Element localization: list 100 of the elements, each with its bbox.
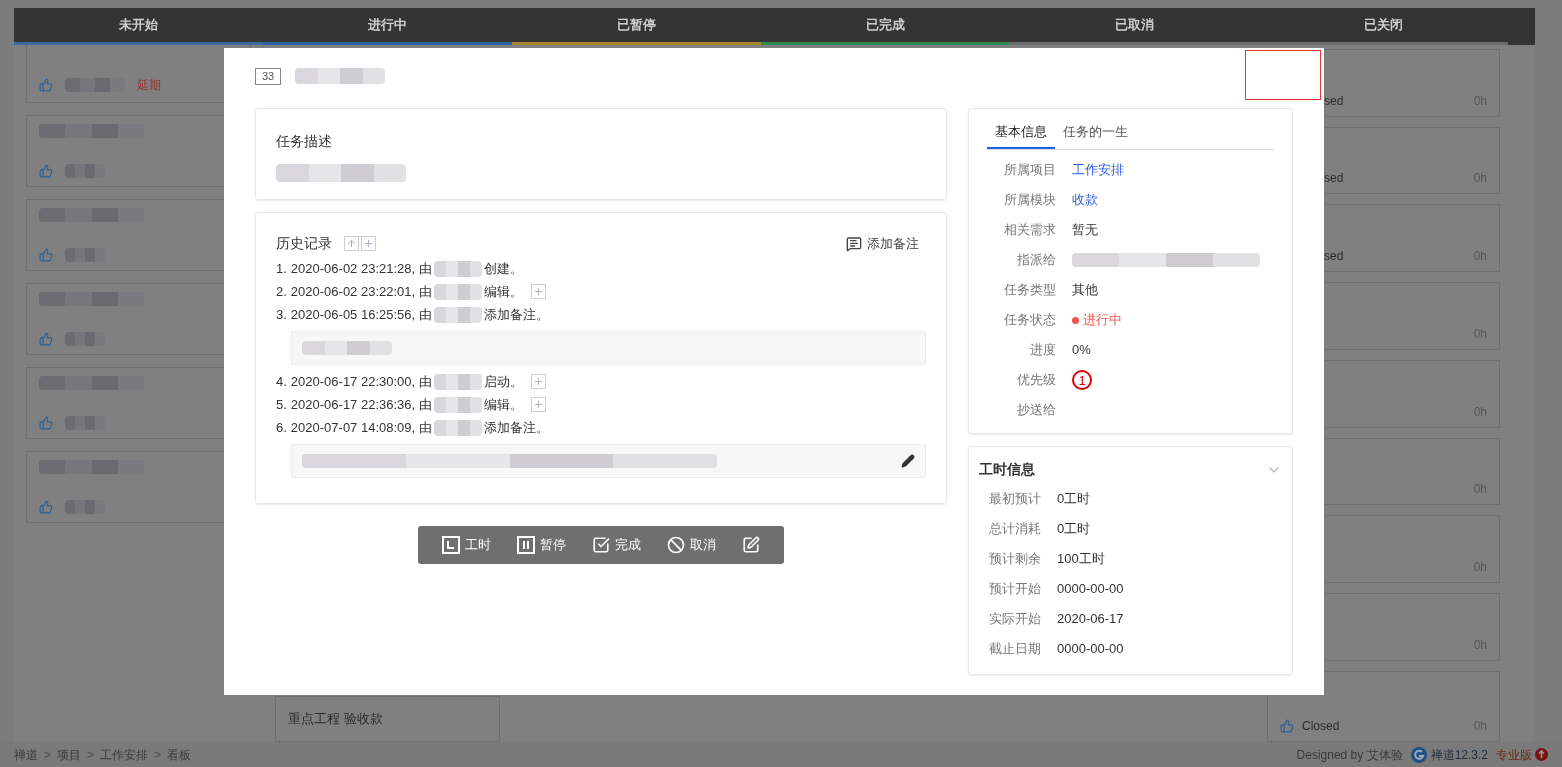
column-header[interactable]: 已取消: [1010, 8, 1259, 45]
history-number: 1.: [276, 259, 287, 278]
hours-value: 0000-00-00: [1057, 640, 1124, 659]
blurred-text: [433, 373, 482, 390]
history-time: 2020-06-17 22:36:36, 由: [290, 395, 432, 414]
hours-label: 实际开始: [989, 610, 1042, 629]
field-label: 相关需求: [1003, 221, 1056, 240]
history-number: 6.: [276, 418, 287, 437]
history-action: 启动。: [483, 372, 523, 391]
column-header[interactable]: 进行中: [263, 8, 512, 45]
column-header[interactable]: 已暂停: [512, 8, 761, 45]
thumbs-up-icon: [39, 78, 53, 92]
column-title: 已关闭: [1364, 16, 1403, 35]
add-note-button[interactable]: 添加备注: [846, 233, 919, 254]
column-header[interactable]: 已完成: [761, 8, 1010, 45]
field-link[interactable]: 工作安排: [1072, 160, 1124, 180]
action-button[interactable]: 取消: [667, 535, 716, 555]
plus-icon: [532, 286, 544, 297]
breadcrumb-link[interactable]: 禅道: [14, 745, 38, 764]
task-title: 重点工程 验收款: [288, 711, 383, 726]
plus-icon: [532, 399, 544, 410]
field-link[interactable]: 收款: [1072, 190, 1098, 210]
info-tab[interactable]: 基本信息: [987, 117, 1055, 149]
pause-icon: [517, 536, 535, 554]
section-title: 任务描述: [276, 132, 333, 151]
column-title: 未开始: [119, 16, 158, 35]
hours-label: 总计消耗: [989, 520, 1042, 539]
task-status: Closed: [1302, 718, 1340, 736]
history-action: 编辑。: [483, 395, 523, 414]
field-value: 暂无: [1072, 221, 1098, 240]
hours-label: 最初预计: [989, 490, 1042, 509]
history-action: 添加备注。: [483, 418, 549, 437]
cancel-icon: [667, 536, 685, 554]
blurred-text: [433, 396, 482, 413]
field-label: 指派给: [1016, 251, 1056, 270]
history-number: 5.: [276, 395, 287, 414]
thumbs-up-icon: [39, 500, 53, 514]
thumbs-up-icon: [1280, 719, 1294, 734]
hours-value: 0工时: [1057, 490, 1091, 509]
field-label: 优先级: [1016, 371, 1056, 390]
history-number: 3.: [276, 305, 287, 324]
logo-icon: [1410, 746, 1427, 763]
history-number: 2.: [276, 282, 287, 301]
action-button[interactable]: 完成: [592, 535, 641, 555]
hours-label: 预计剩余: [989, 550, 1042, 569]
field-label: 任务状态: [1003, 311, 1056, 330]
breadcrumb-separator: >: [87, 746, 95, 764]
breadcrumb-separator: >: [44, 746, 51, 764]
history-time: 2020-06-17 22:30:00, 由: [290, 372, 432, 391]
breadcrumb-separator: >: [154, 746, 162, 764]
thumbs-up-icon: [39, 164, 53, 178]
history-time: 2020-07-07 14:08:09, 由: [290, 418, 432, 437]
breadcrumb-link[interactable]: 项目: [57, 745, 81, 764]
task-card[interactable]: 重点工程 验收款: [275, 696, 500, 742]
info-tab[interactable]: 任务的一生: [1055, 117, 1136, 149]
history-action: 添加备注。: [483, 305, 549, 324]
hours-value: 0工时: [1057, 520, 1091, 539]
history-time: 2020-06-02 23:22:01, 由: [290, 282, 432, 301]
section-title: 历史记录: [276, 234, 332, 253]
version-text: 禅道12.3.2: [1430, 746, 1488, 764]
field-label: 所属模块: [1003, 191, 1056, 210]
designer-credit: Designed by 艾体验: [1296, 746, 1403, 764]
task-status: sed: [1324, 248, 1344, 266]
column-title: 已完成: [866, 16, 905, 35]
task-status: sed: [1324, 92, 1344, 110]
breadcrumb-link[interactable]: 看板: [167, 745, 192, 764]
thumbs-up-icon: [39, 248, 53, 262]
delay-tag: 延期: [137, 76, 161, 94]
edit-icon: [742, 536, 760, 554]
hours-value: 2020-06-17: [1057, 610, 1124, 629]
task-id-badge: 33: [255, 67, 282, 85]
priority-badge: 1: [1072, 370, 1092, 390]
field-label: 抄送给: [1016, 401, 1056, 420]
checkbox-icon: [592, 536, 610, 554]
plus-icon: [532, 376, 544, 387]
field-label: 任务类型: [1003, 281, 1056, 300]
action-button[interactable]: 暂停: [517, 535, 566, 555]
history-action: 编辑。: [483, 282, 523, 301]
hours-label: 预计开始: [989, 580, 1042, 599]
edition-link[interactable]: 专业版: [1496, 745, 1532, 764]
history-time: 2020-06-02 23:21:28, 由: [290, 259, 432, 278]
action-button[interactable]: 工时: [442, 535, 491, 555]
history-action: 创建。: [483, 259, 523, 278]
status-text: 进行中: [1083, 311, 1122, 330]
hours-value: 0000-00-00: [1057, 580, 1124, 599]
hours-value: 100工时: [1057, 550, 1105, 569]
breadcrumb-link[interactable]: 工作安排: [100, 745, 149, 764]
thumbs-up-icon: [39, 332, 53, 346]
blurred-text: [433, 419, 482, 436]
field-value: 0%: [1072, 341, 1091, 360]
edit-icon[interactable]: [901, 454, 915, 468]
column-title: 进行中: [368, 16, 407, 35]
column-header[interactable]: 已关闭: [1259, 8, 1508, 45]
edit-button[interactable]: [742, 536, 760, 554]
blurred-text: [433, 283, 482, 300]
column-title: 已暂停: [617, 16, 656, 35]
blurred-text: [433, 260, 482, 277]
field-label: 所属项目: [1003, 161, 1056, 180]
arrow-up-icon: [346, 238, 357, 249]
hours-label: 截止日期: [989, 640, 1042, 659]
